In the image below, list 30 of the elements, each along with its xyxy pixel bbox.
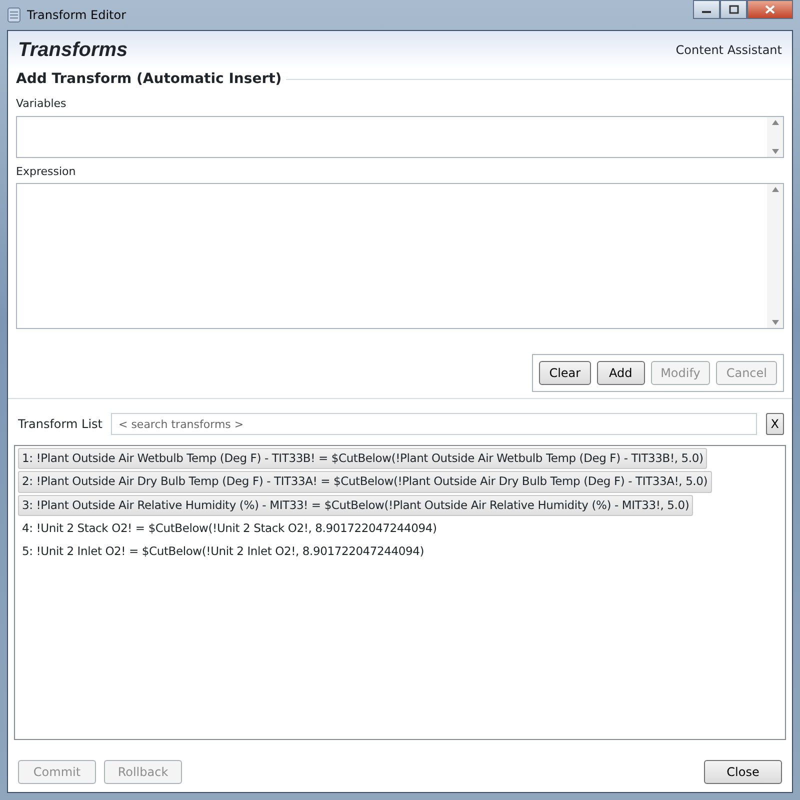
- close-window-button[interactable]: [747, 0, 793, 19]
- list-item[interactable]: 2: !Plant Outside Air Dry Bulb Temp (Deg F) - TIT33A! = $CutBelow(!Plant Outside Air Dry Bulb Temp (Deg F) - TIT33A!, 5.0): [18, 471, 712, 492]
- button[interactable]: Close: [704, 760, 782, 784]
- field-label: Expression: [16, 164, 76, 178]
- app-icon: [7, 7, 21, 23]
- section-title: Add Transform (Automatic Insert): [16, 70, 282, 89]
- page-title: Transforms: [18, 38, 128, 63]
- clear-search-button[interactable]: X: [766, 413, 784, 435]
- list-item[interactable]: 5: !Unit 2 Inlet O2! = $CutBelow(!Unit 2 Inlet O2!, 8.901722047244094): [18, 541, 428, 562]
- button[interactable]: Add: [596, 361, 645, 385]
- search-field[interactable]: < search transforms >: [111, 413, 757, 435]
- button[interactable]: Clear: [539, 361, 591, 385]
- scrollbar[interactable]: [767, 184, 783, 328]
- list-item[interactable]: 1: !Plant Outside Air Wetbulb Temp (Deg F) - TIT33B! = $CutBelow(!Plant Outside Air Wetbulb Temp (Deg F) - TIT33B!, 5.0): [18, 448, 708, 470]
- text-area[interactable]: [16, 116, 784, 158]
- transform-list-label: Transform List: [18, 416, 102, 433]
- window-title: Transform Editor: [27, 7, 126, 24]
- minimize-button[interactable]: [693, 0, 720, 19]
- scroll-up-icon[interactable]: [772, 120, 778, 124]
- maximize-icon: [728, 5, 738, 14]
- list-item[interactable]: 4: !Unit 2 Stack O2! = $CutBelow(!Unit 2 Stack O2!, 8.901722047244094): [18, 518, 441, 539]
- content-assistant-link[interactable]: Content Assistant: [676, 41, 782, 59]
- scroll-down-icon[interactable]: [772, 148, 778, 154]
- scrollbar[interactable]: [767, 116, 783, 156]
- list-item[interactable]: 3: !Plant Outside Air Relative Humidity (%) - MIT33! = $CutBelow(!Plant Outside Air Relative Humidity (%) - MIT33!, 5.0): [18, 494, 694, 516]
- field-label: Variables: [16, 97, 66, 110]
- close-icon: [765, 5, 775, 14]
- scroll-down-icon[interactable]: [772, 320, 778, 325]
- scroll-up-icon[interactable]: [772, 187, 778, 192]
- maximize-button[interactable]: [720, 0, 747, 19]
